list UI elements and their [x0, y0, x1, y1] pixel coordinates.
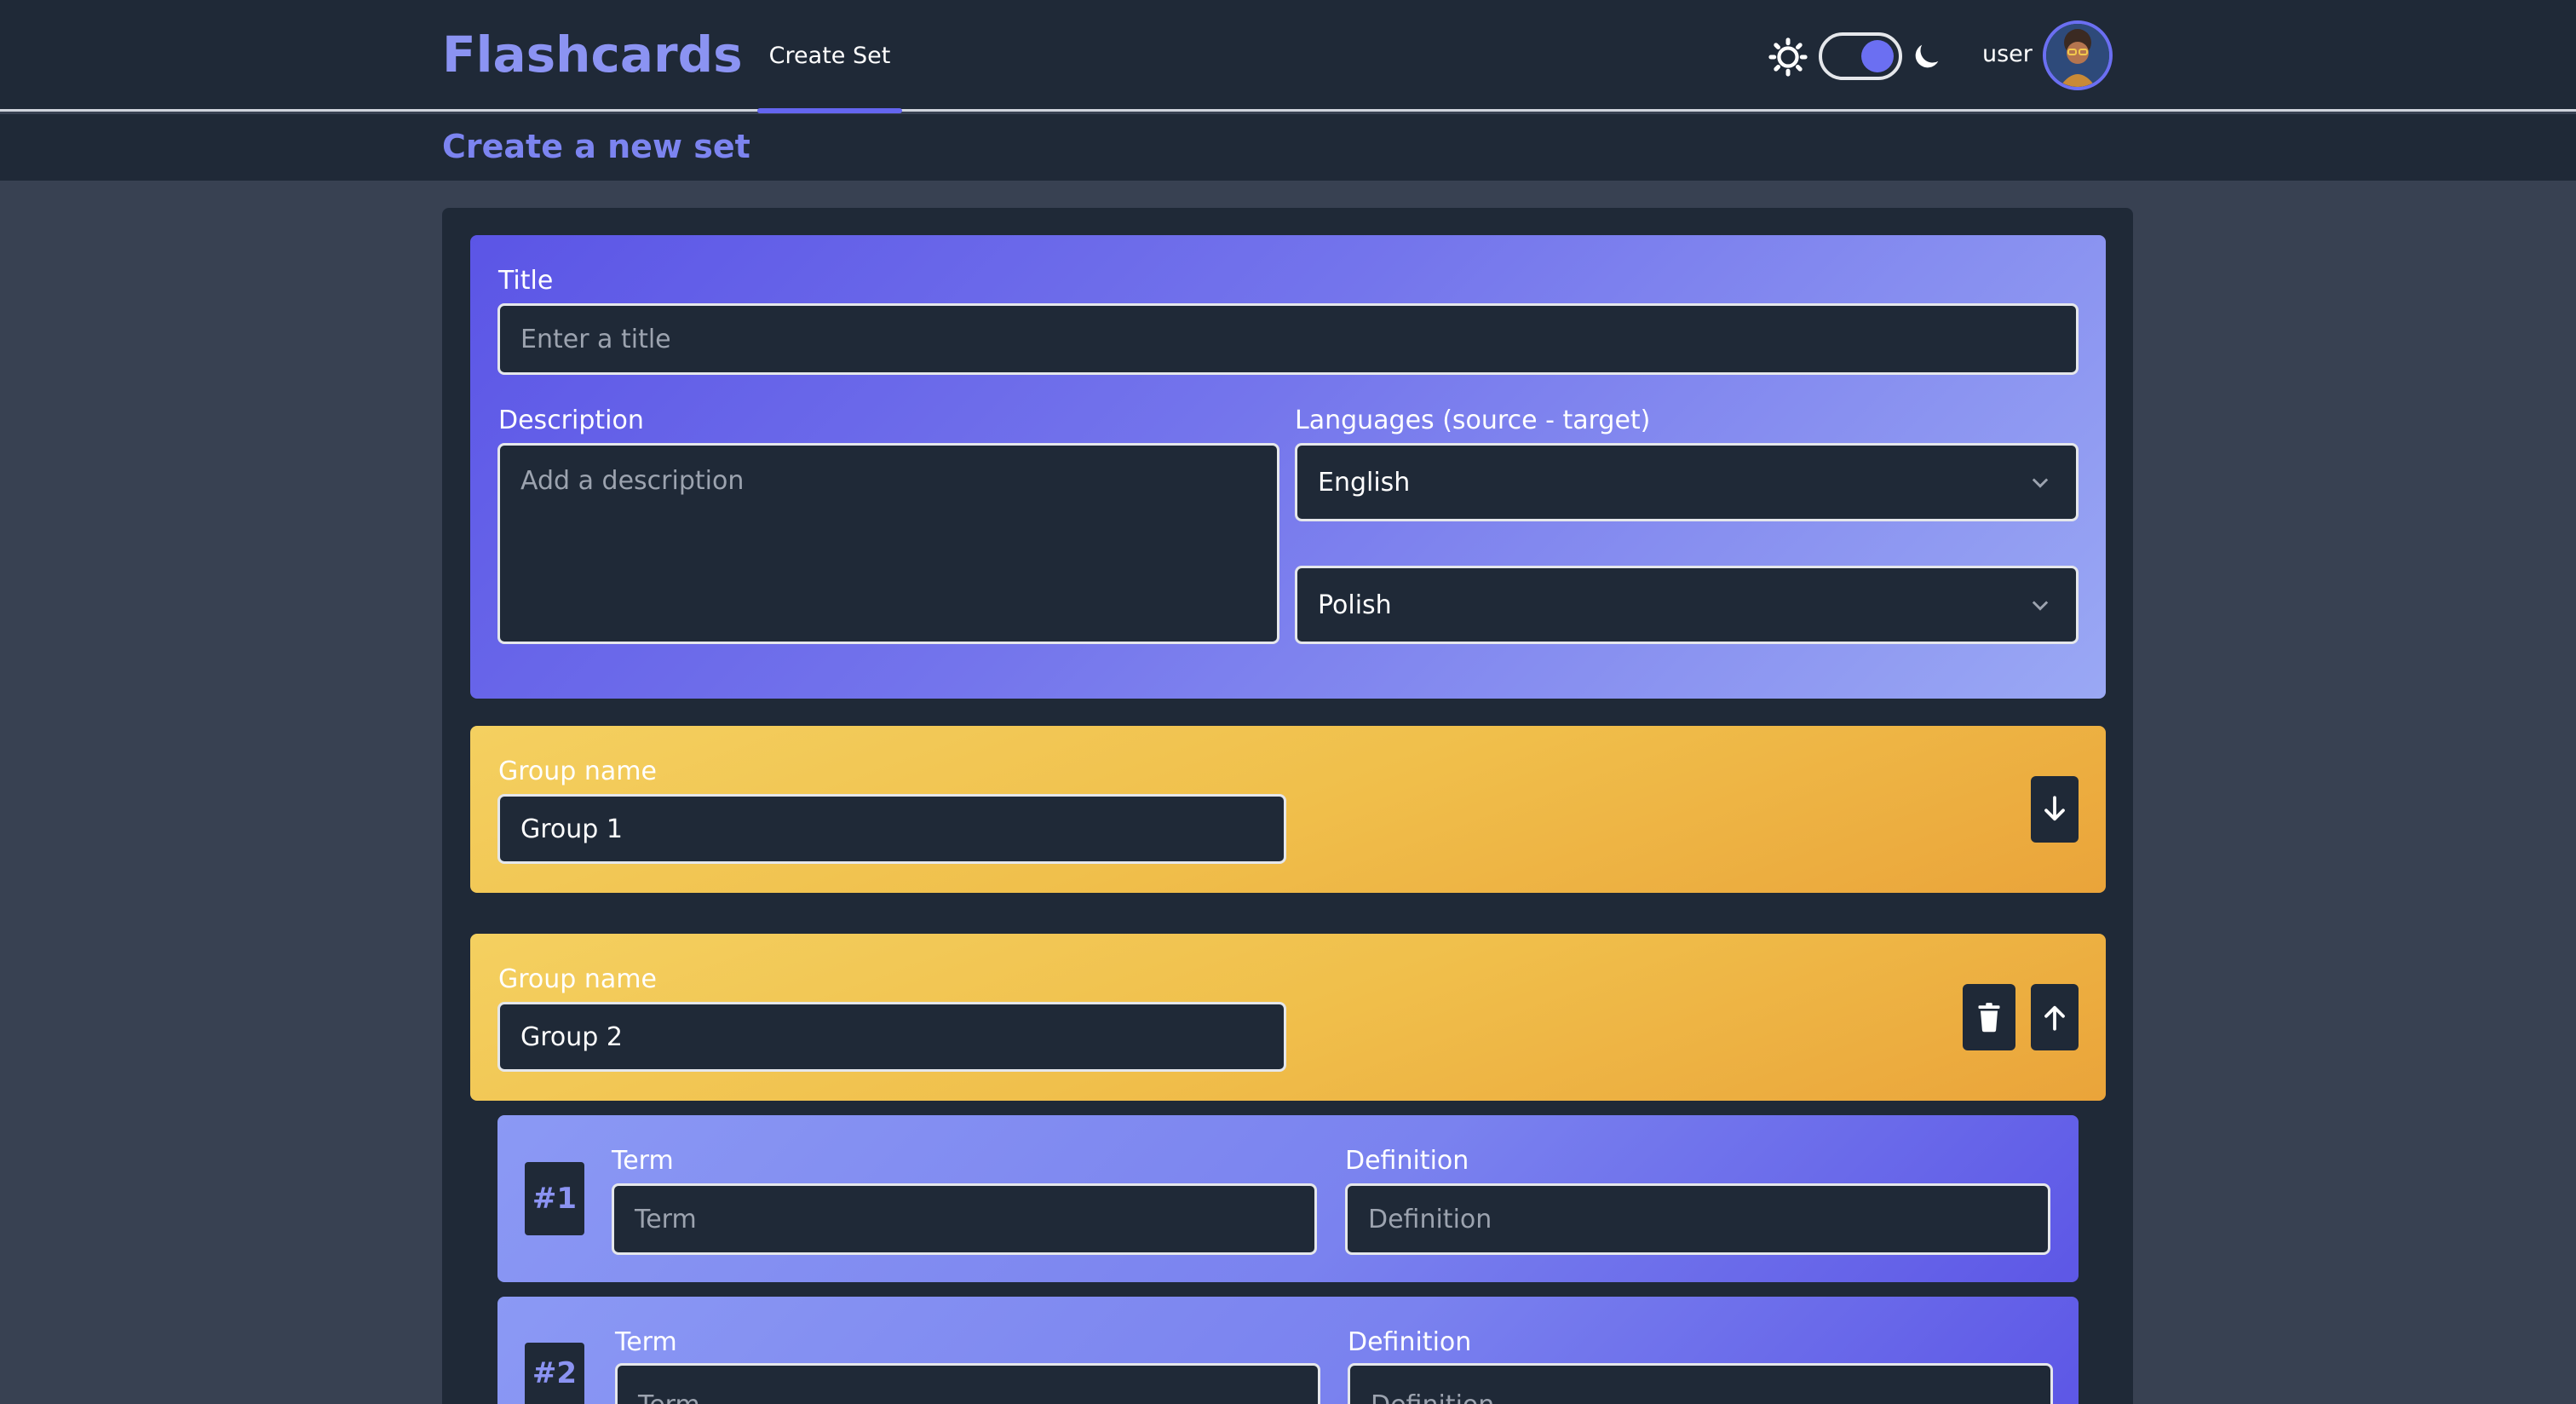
- move-up-button[interactable]: [2031, 984, 2079, 1050]
- definition-input[interactable]: Definition: [1345, 1183, 2050, 1255]
- definition-label: Definition: [1345, 1146, 1469, 1176]
- source-language-value: English: [1318, 467, 1411, 498]
- username-label: user: [1982, 41, 2033, 67]
- term-label: Term: [612, 1146, 674, 1176]
- definition-input[interactable]: Definition: [1348, 1363, 2053, 1404]
- title-placeholder: Enter a title: [520, 324, 671, 354]
- title-label: Title: [498, 266, 554, 296]
- source-language-select[interactable]: English: [1295, 443, 2079, 521]
- delete-group-button[interactable]: [1963, 984, 2015, 1050]
- chevron-down-icon: [2032, 478, 2049, 488]
- description-textarea[interactable]: Add a description: [497, 443, 1279, 644]
- card-number-badge: #2: [525, 1343, 584, 1404]
- page-header: Create a new set: [0, 114, 2576, 181]
- top-navbar: Flashcards Create Set user: [0, 0, 2576, 113]
- group-card-1: Group name Group 1: [470, 726, 2106, 893]
- chevron-down-icon: [2032, 601, 2049, 611]
- avatar[interactable]: [2043, 20, 2113, 90]
- target-language-select[interactable]: Polish: [1295, 566, 2079, 644]
- avatar-image: [2046, 24, 2109, 87]
- term-input[interactable]: Term: [615, 1363, 1320, 1404]
- term-placeholder: Term: [638, 1390, 700, 1404]
- term-input[interactable]: Term: [612, 1183, 1317, 1255]
- term-label: Term: [615, 1327, 677, 1357]
- group-name-input[interactable]: Group 2: [497, 1002, 1286, 1072]
- toggle-knob: [1861, 40, 1894, 72]
- tab-create-set[interactable]: Create Set: [757, 0, 902, 113]
- flashcard-2: #2 Term Term Definition Definition: [497, 1297, 2079, 1404]
- term-placeholder: Term: [635, 1204, 697, 1234]
- description-label: Description: [498, 406, 644, 435]
- moon-icon: [1915, 44, 1939, 68]
- theme-toggle[interactable]: [1819, 32, 1902, 80]
- arrow-down-icon: [2044, 796, 2065, 821]
- group-name-input[interactable]: Group 1: [497, 794, 1286, 864]
- definition-label: Definition: [1348, 1327, 1472, 1357]
- description-placeholder: Add a description: [520, 466, 745, 496]
- tab-create-set-label: Create Set: [768, 43, 891, 69]
- definition-placeholder: Definition: [1371, 1390, 1494, 1404]
- group-name-label: Group name: [498, 964, 657, 994]
- card-number-badge: #1: [525, 1162, 584, 1235]
- brand-logo[interactable]: Flashcards: [442, 26, 743, 83]
- group-name-label: Group name: [498, 757, 657, 786]
- set-info-card: Title Enter a title Description Add a de…: [470, 235, 2106, 699]
- title-input[interactable]: Enter a title: [497, 303, 2079, 375]
- languages-label: Languages (source - target): [1295, 406, 1651, 435]
- flashcard-1: #1 Term Term Definition Definition: [497, 1115, 2079, 1282]
- move-down-button[interactable]: [2031, 776, 2079, 843]
- target-language-value: Polish: [1318, 590, 1392, 620]
- group-card-2: Group name Group 2: [470, 934, 2106, 1101]
- sun-icon: [1768, 37, 1808, 77]
- active-tab-indicator: [757, 108, 902, 113]
- arrow-up-icon: [2044, 1005, 2065, 1031]
- group-name-value: Group 2: [520, 1021, 623, 1052]
- definition-placeholder: Definition: [1368, 1204, 1492, 1234]
- page-title: Create a new set: [442, 128, 750, 165]
- trash-icon: [1978, 1003, 2000, 1033]
- group-name-value: Group 1: [520, 814, 623, 844]
